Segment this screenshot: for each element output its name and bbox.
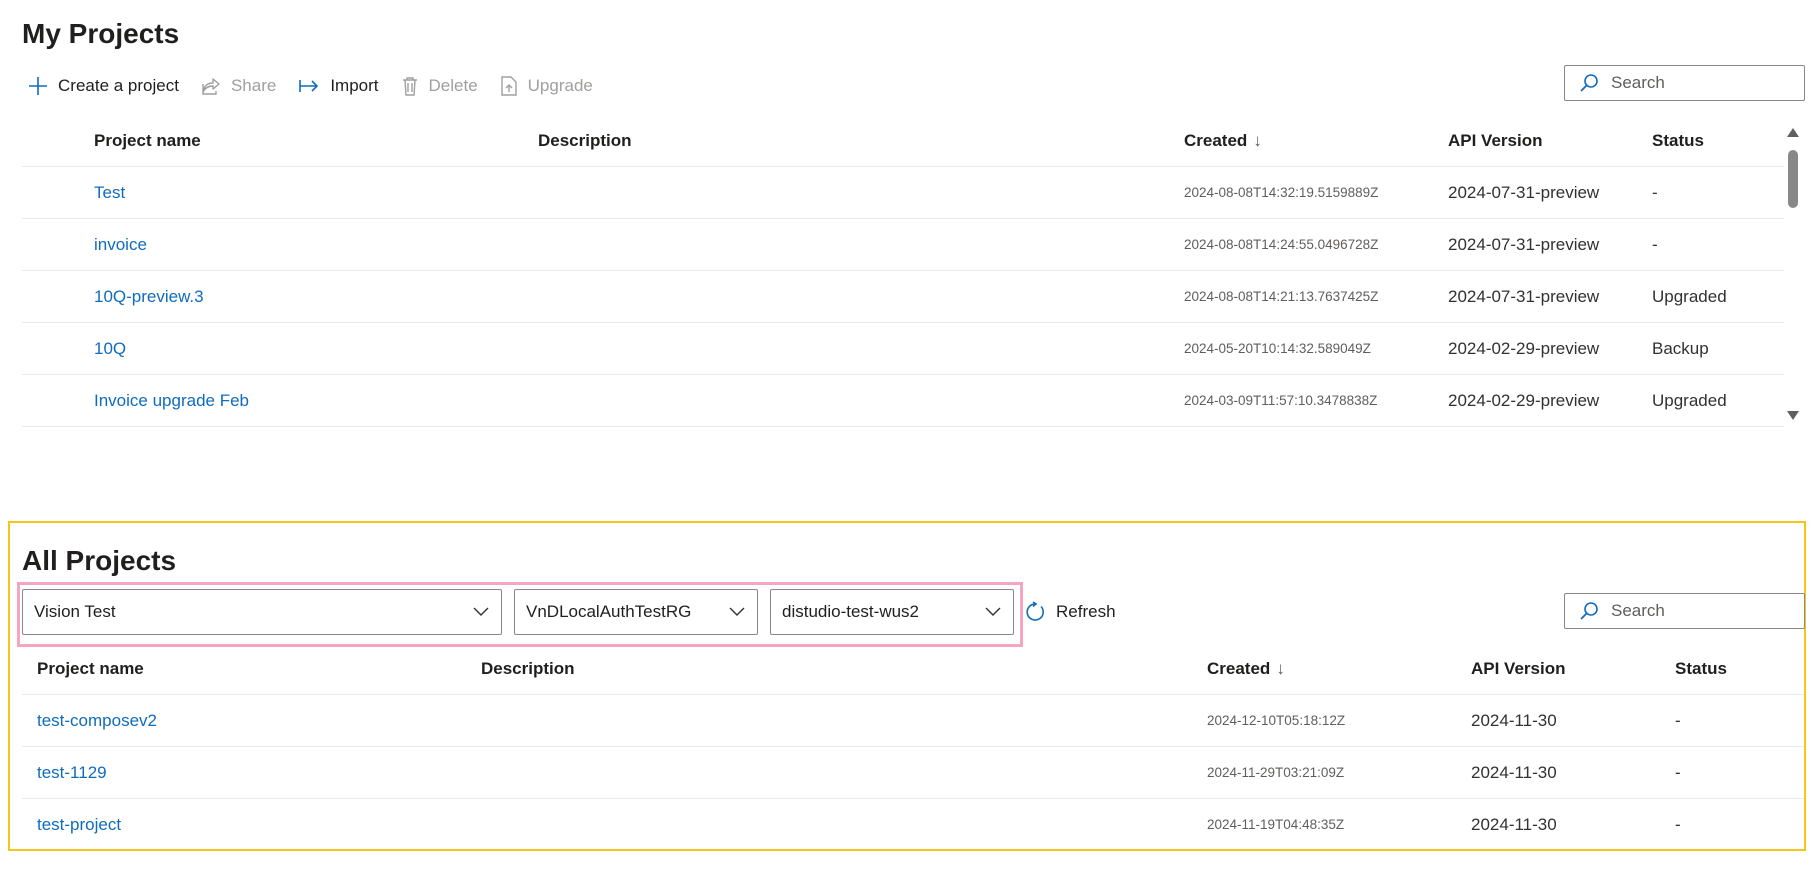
table-row[interactable]: invoice 2024-08-08T14:24:55.0496728Z 202… <box>22 219 1784 271</box>
col-status[interactable]: Status <box>1652 116 1704 166</box>
my-projects-toolbar: Create a project Share Import Delete Upg… <box>28 70 615 102</box>
upgrade-icon <box>500 76 517 96</box>
project-status: - <box>1675 763 1681 782</box>
col-created[interactable]: Created ↓ <box>1207 644 1285 694</box>
project-status: Upgraded <box>1652 391 1727 410</box>
col-description[interactable]: Description <box>538 116 632 166</box>
plus-icon <box>29 77 47 95</box>
chevron-down-icon <box>473 607 489 616</box>
refresh-icon <box>1026 601 1044 621</box>
project-status: - <box>1675 711 1681 730</box>
upgrade-label: Upgrade <box>527 76 593 95</box>
project-api-version: 2024-11-30 <box>1471 763 1557 782</box>
project-created: 2024-08-08T14:24:55.0496728Z <box>1184 237 1379 252</box>
resource-value: distudio-test-wus2 <box>782 602 920 621</box>
col-project-name[interactable]: Project name <box>37 644 144 694</box>
project-name-link[interactable]: Test <box>94 167 125 218</box>
project-created: 2024-08-08T14:21:13.7637425Z <box>1184 289 1379 304</box>
project-created: 2024-11-29T03:21:09Z <box>1207 765 1345 780</box>
resource-group-dropdown[interactable]: VnDLocalAuthTestRG <box>514 589 758 635</box>
project-name-link[interactable]: 10Q-preview.3 <box>94 271 204 322</box>
table-row[interactable]: Test 2024-08-08T14:32:19.5159889Z 2024-0… <box>22 167 1784 219</box>
resource-dropdown[interactable]: distudio-test-wus2 <box>770 589 1014 635</box>
project-api-version: 2024-11-30 <box>1471 815 1557 834</box>
scroll-up-arrow-icon[interactable] <box>1786 126 1800 138</box>
subscription-dropdown[interactable]: Vision Test <box>22 589 502 635</box>
search-icon <box>1580 602 1598 620</box>
project-name-link[interactable]: test-composev2 <box>37 695 157 746</box>
project-created: 2024-08-08T14:32:19.5159889Z <box>1184 185 1379 200</box>
import-arrow-icon <box>299 80 319 92</box>
col-description[interactable]: Description <box>481 644 575 694</box>
project-api-version: 2024-07-31-preview <box>1448 235 1600 254</box>
col-project-name[interactable]: Project name <box>94 116 201 166</box>
chevron-down-icon <box>729 607 745 616</box>
project-created: 2024-12-10T05:18:12Z <box>1207 713 1346 728</box>
col-created-label: Created <box>1184 131 1248 150</box>
delete-label: Delete <box>428 76 478 95</box>
my-projects-table: Project name Description Created ↓ API Ve… <box>22 116 1784 427</box>
subscription-value: Vision Test <box>34 602 116 621</box>
arrow-down-icon: ↓ <box>1276 659 1285 678</box>
table-row[interactable]: test-composev2 2024-12-10T05:18:12Z 2024… <box>22 695 1804 747</box>
table-row[interactable]: 10Q 2024-05-20T10:14:32.589049Z 2024-02-… <box>22 323 1784 375</box>
project-created: 2024-11-19T04:48:35Z <box>1207 817 1345 832</box>
delete-button[interactable]: Delete <box>401 76 478 96</box>
chevron-down-icon <box>985 607 1001 616</box>
project-status: - <box>1652 235 1658 254</box>
my-projects-table-header: Project name Description Created ↓ API Ve… <box>22 116 1784 167</box>
import-button[interactable]: Import <box>298 76 379 96</box>
table-row[interactable]: Invoice upgrade Feb 2024-03-09T11:57:10.… <box>22 375 1784 427</box>
col-created[interactable]: Created ↓ <box>1184 116 1262 166</box>
refresh-label: Refresh <box>1056 602 1116 621</box>
my-projects-title: My Projects <box>22 18 180 49</box>
project-name-link[interactable]: 10Q <box>94 323 126 374</box>
all-projects-search-input[interactable] <box>1609 600 1793 622</box>
project-api-version: 2024-02-29-preview <box>1448 391 1600 410</box>
create-project-button[interactable]: Create a project <box>28 76 179 96</box>
my-projects-scrollbar[interactable] <box>1784 126 1800 422</box>
col-created-label: Created <box>1207 659 1271 678</box>
table-row[interactable]: test-project 2024-11-19T04:48:35Z 2024-1… <box>22 799 1804 850</box>
project-api-version: 2024-07-31-preview <box>1448 287 1600 306</box>
project-status: - <box>1652 183 1658 202</box>
project-name-link[interactable]: invoice <box>94 219 147 270</box>
create-project-label: Create a project <box>58 76 179 95</box>
all-projects-table-header: Project name Description Created ↓ API Ve… <box>22 644 1804 695</box>
scrollbar-thumb[interactable] <box>1788 150 1798 208</box>
col-api-version[interactable]: API Version <box>1448 116 1542 166</box>
all-projects-title: All Projects <box>22 545 177 576</box>
search-icon <box>1580 74 1598 92</box>
project-name-link[interactable]: Invoice upgrade Feb <box>94 375 249 426</box>
col-status[interactable]: Status <box>1675 644 1727 694</box>
project-status: Upgraded <box>1652 287 1727 306</box>
project-name-link[interactable]: test-1129 <box>37 747 107 798</box>
project-created: 2024-03-09T11:57:10.3478838Z <box>1184 393 1378 408</box>
my-projects-search-input[interactable] <box>1609 72 1793 94</box>
table-row[interactable]: test-1129 2024-11-29T03:21:09Z 2024-11-3… <box>22 747 1804 799</box>
project-status: Backup <box>1652 339 1709 358</box>
project-name-link[interactable]: test-project <box>37 799 121 850</box>
resource-group-value: VnDLocalAuthTestRG <box>526 602 692 621</box>
upgrade-button[interactable]: Upgrade <box>500 76 593 96</box>
project-api-version: 2024-11-30 <box>1471 711 1557 730</box>
all-projects-search[interactable] <box>1564 593 1805 629</box>
trash-icon <box>402 77 417 96</box>
all-projects-table: Project name Description Created ↓ API Ve… <box>22 644 1804 850</box>
refresh-button[interactable]: Refresh <box>1024 596 1116 628</box>
scroll-down-arrow-icon[interactable] <box>1786 410 1800 422</box>
project-api-version: 2024-02-29-preview <box>1448 339 1600 358</box>
arrow-down-icon: ↓ <box>1253 131 1262 150</box>
my-projects-search[interactable] <box>1564 65 1805 101</box>
share-icon <box>202 78 220 95</box>
table-row[interactable]: 10Q-preview.3 2024-08-08T14:21:13.763742… <box>22 271 1784 323</box>
project-api-version: 2024-07-31-preview <box>1448 183 1600 202</box>
import-label: Import <box>330 76 379 95</box>
share-button[interactable]: Share <box>201 76 276 96</box>
share-label: Share <box>230 76 277 95</box>
project-created: 2024-05-20T10:14:32.589049Z <box>1184 341 1371 356</box>
project-status: - <box>1675 815 1681 834</box>
col-api-version[interactable]: API Version <box>1471 644 1565 694</box>
